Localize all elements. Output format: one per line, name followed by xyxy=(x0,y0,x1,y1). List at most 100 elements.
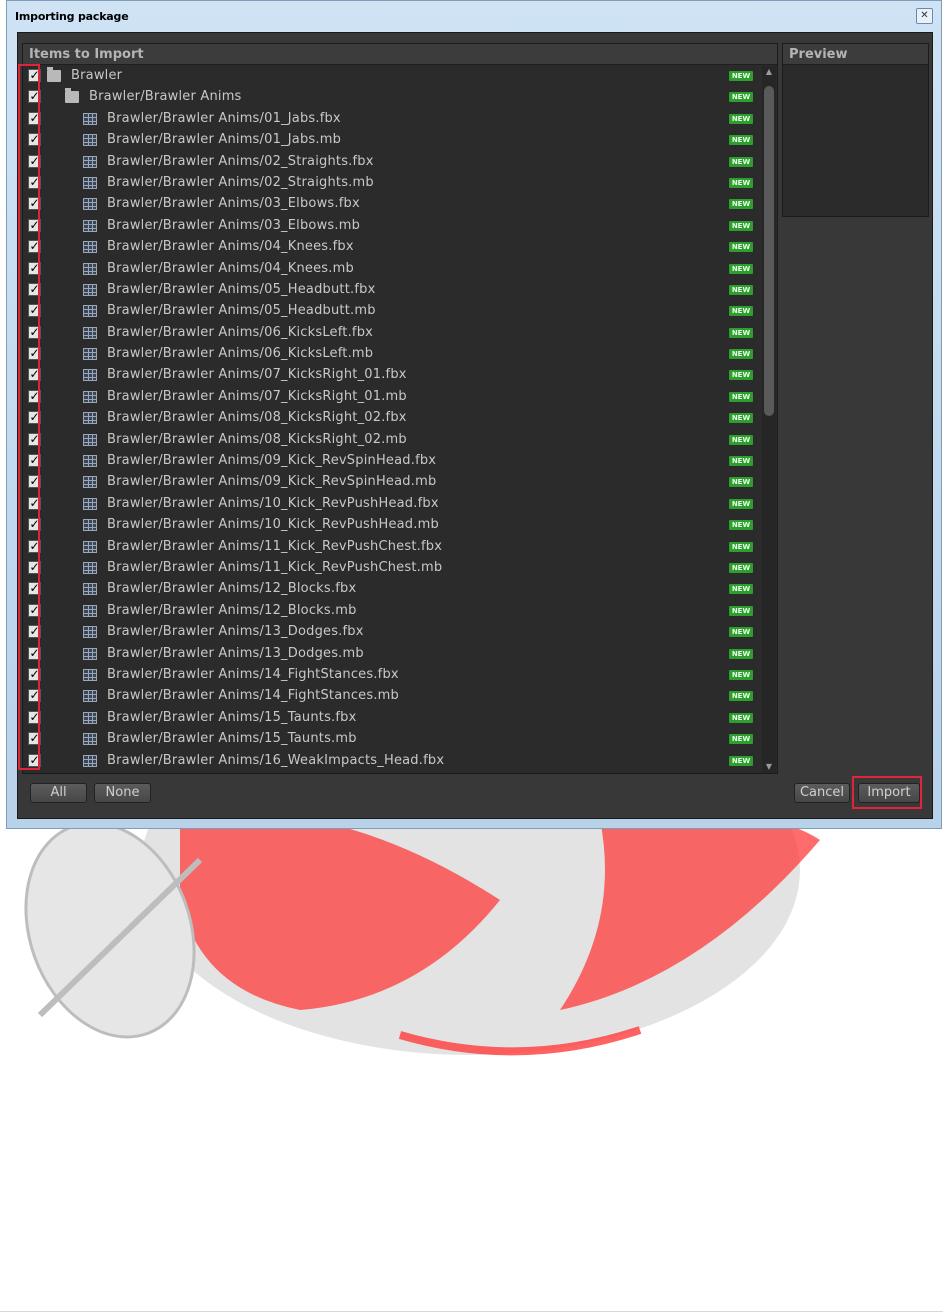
item-checkbox[interactable]: ✓ xyxy=(28,389,41,403)
item-checkbox[interactable]: ✓ xyxy=(28,646,41,660)
list-item[interactable]: ✓ Brawler/Brawler Anims/04_Knees.fbx NEW xyxy=(23,237,763,258)
list-item[interactable]: ✓ Brawler/Brawler Anims/11_Kick_RevPushCh… xyxy=(23,537,763,558)
import-button[interactable]: Import xyxy=(858,783,920,803)
mesh-file-icon xyxy=(83,326,97,339)
item-checkbox[interactable]: ✓ xyxy=(28,347,41,361)
item-checkbox[interactable]: ✓ xyxy=(28,303,41,318)
checkmark-icon: ✓ xyxy=(29,602,40,617)
item-checkbox[interactable]: ✓ xyxy=(28,496,41,510)
scrollbar-thumb[interactable] xyxy=(764,86,774,416)
item-checkbox[interactable]: ✓ xyxy=(28,368,41,382)
list-item[interactable]: ✓ Brawler/Brawler Anims/13_Dodges.fbx NEW xyxy=(23,622,763,643)
item-checkbox[interactable]: ✓ xyxy=(28,69,41,82)
new-badge: NEW xyxy=(729,284,753,295)
list-item[interactable]: ✓ Brawler/Brawler Anims/02_Straights.mb NE… xyxy=(23,173,763,194)
list-item[interactable]: ✓ Brawler/Brawler Anims/07_KicksRight_01.… xyxy=(23,387,763,408)
list-item[interactable]: ✓ Brawler/Brawler Anims/03_Elbows.fbx NEW xyxy=(23,194,763,215)
item-label: Brawler/Brawler Anims/05_Headbutt.fbx xyxy=(107,281,376,297)
new-badge: NEW xyxy=(729,562,753,573)
item-checkbox[interactable]: ✓ xyxy=(28,560,41,574)
title-bar[interactable]: Importing package ✕ xyxy=(7,1,941,31)
list-item[interactable]: ✓ Brawler/Brawler Anims/12_Blocks.mb NEW xyxy=(23,601,763,622)
list-item[interactable]: ✓ Brawler/Brawler Anims/10_Kick_RevPushHe… xyxy=(23,515,763,536)
list-item[interactable]: ✓ Brawler/Brawler Anims/09_Kick_RevSpinHe… xyxy=(23,451,763,472)
item-checkbox[interactable]: ✓ xyxy=(28,602,41,617)
item-checkbox[interactable]: ✓ xyxy=(28,90,41,104)
scroll-up-arrow-icon[interactable]: ▲ xyxy=(762,66,776,78)
cancel-button[interactable]: Cancel xyxy=(794,783,850,803)
list-item[interactable]: ✓ Brawler/Brawler Anims NEW xyxy=(23,87,763,108)
close-button[interactable]: ✕ xyxy=(916,8,933,24)
list-item[interactable]: ✓ Brawler/Brawler Anims/14_FightStances.m… xyxy=(23,686,763,707)
item-checkbox[interactable]: ✓ xyxy=(28,324,41,339)
item-checkbox[interactable]: ✓ xyxy=(28,261,41,275)
item-checkbox[interactable]: ✓ xyxy=(28,625,41,639)
checkmark-icon: ✓ xyxy=(29,174,40,189)
list-item[interactable]: ✓ Brawler/Brawler Anims/14_FightStances.f… xyxy=(23,665,763,686)
item-checkbox[interactable]: ✓ xyxy=(28,174,41,189)
item-label: Brawler/Brawler Anims/06_KicksLeft.mb xyxy=(107,346,374,362)
item-checkbox[interactable]: ✓ xyxy=(28,710,41,724)
item-checkbox[interactable]: ✓ xyxy=(28,582,41,596)
list-item[interactable]: ✓ Brawler NEW xyxy=(23,66,763,87)
mesh-file-icon xyxy=(83,690,97,703)
list-item[interactable]: ✓ Brawler/Brawler Anims/01_Jabs.fbx NEW xyxy=(23,109,763,130)
item-checkbox[interactable]: ✓ xyxy=(28,240,41,254)
checkmark-icon: ✓ xyxy=(29,538,40,553)
scroll-down-arrow-icon[interactable]: ▼ xyxy=(762,761,776,773)
item-label: Brawler/Brawler Anims/11_Kick_RevPushChe… xyxy=(107,538,443,554)
list-item[interactable]: ✓ Brawler/Brawler Anims/16_WeakImpacts_He… xyxy=(23,751,763,772)
items-scrollbar[interactable]: ▲ ▼ xyxy=(762,66,776,773)
list-item[interactable]: ✓ Brawler/Brawler Anims/12_Blocks.fbx NEW xyxy=(23,579,763,600)
item-checkbox[interactable]: ✓ xyxy=(28,538,41,553)
mesh-file-icon xyxy=(83,561,97,574)
item-checkbox[interactable]: ✓ xyxy=(28,432,41,446)
checkmark-icon: ✓ xyxy=(29,303,40,318)
item-checkbox[interactable]: ✓ xyxy=(28,111,41,125)
checkmark-icon: ✓ xyxy=(29,474,40,489)
list-item[interactable]: ✓ Brawler/Brawler Anims/05_Headbutt.mb NEW xyxy=(23,301,763,322)
item-checkbox[interactable]: ✓ xyxy=(28,411,41,425)
list-item[interactable]: ✓ Brawler/Brawler Anims/01_Jabs.mb NEW xyxy=(23,130,763,151)
item-checkbox[interactable]: ✓ xyxy=(28,667,41,681)
checkmark-icon: ✓ xyxy=(29,281,40,296)
new-badge: NEW xyxy=(729,370,753,381)
item-checkbox[interactable]: ✓ xyxy=(28,689,41,703)
list-item[interactable]: ✓ Brawler/Brawler Anims/13_Dodges.mb NEW xyxy=(23,644,763,665)
item-checkbox[interactable]: ✓ xyxy=(28,281,41,296)
list-item[interactable]: ✓ Brawler/Brawler Anims/15_Taunts.fbx NEW xyxy=(23,708,763,729)
new-badge: NEW xyxy=(729,648,753,659)
list-item[interactable]: ✓ Brawler/Brawler Anims/15_Taunts.mb NEW xyxy=(23,729,763,750)
list-item[interactable]: ✓ Brawler/Brawler Anims/03_Elbows.mb NEW xyxy=(23,216,763,237)
list-item[interactable]: ✓ Brawler/Brawler Anims/08_KicksRight_02.… xyxy=(23,430,763,451)
list-item[interactable]: ✓ Brawler/Brawler Anims/07_KicksRight_01.… xyxy=(23,365,763,386)
list-item[interactable]: ✓ Brawler/Brawler Anims/05_Headbutt.fbx NE… xyxy=(23,280,763,301)
list-item[interactable]: ✓ Brawler/Brawler Anims/10_Kick_RevPushHe… xyxy=(23,494,763,515)
item-checkbox[interactable]: ✓ xyxy=(28,133,41,147)
list-item[interactable]: ✓ Brawler/Brawler Anims/06_KicksLeft.fbx N… xyxy=(23,323,763,344)
list-item[interactable]: ✓ Brawler/Brawler Anims/02_Straights.fbx N… xyxy=(23,152,763,173)
list-item[interactable]: ✓ Brawler/Brawler Anims/09_Kick_RevSpinHe… xyxy=(23,472,763,493)
checkmark-icon: ✓ xyxy=(29,324,40,339)
new-badge: NEW xyxy=(729,734,753,745)
new-badge: NEW xyxy=(729,135,753,146)
item-checkbox[interactable]: ✓ xyxy=(28,154,41,168)
item-checkbox[interactable]: ✓ xyxy=(28,453,41,468)
new-badge: NEW xyxy=(729,413,753,424)
list-item[interactable]: ✓ Brawler/Brawler Anims/06_KicksLeft.mb NE… xyxy=(23,344,763,365)
item-checkbox[interactable]: ✓ xyxy=(28,474,41,489)
select-all-button[interactable]: All xyxy=(30,783,87,803)
checkmark-icon: ✓ xyxy=(29,731,40,746)
item-checkbox[interactable]: ✓ xyxy=(28,518,41,532)
item-label: Brawler/Brawler Anims/08_KicksRight_02.m… xyxy=(107,431,407,447)
list-item[interactable]: ✓ Brawler/Brawler Anims/11_Kick_RevPushCh… xyxy=(23,558,763,579)
select-none-button[interactable]: None xyxy=(94,783,151,803)
item-checkbox[interactable]: ✓ xyxy=(28,753,41,767)
new-badge: NEW xyxy=(729,263,753,274)
checkmark-icon: ✓ xyxy=(29,453,40,468)
list-item[interactable]: ✓ Brawler/Brawler Anims/08_KicksRight_02.… xyxy=(23,408,763,429)
item-checkbox[interactable]: ✓ xyxy=(28,218,41,232)
item-checkbox[interactable]: ✓ xyxy=(28,197,41,211)
item-checkbox[interactable]: ✓ xyxy=(28,731,41,746)
list-item[interactable]: ✓ Brawler/Brawler Anims/04_Knees.mb NEW xyxy=(23,259,763,280)
